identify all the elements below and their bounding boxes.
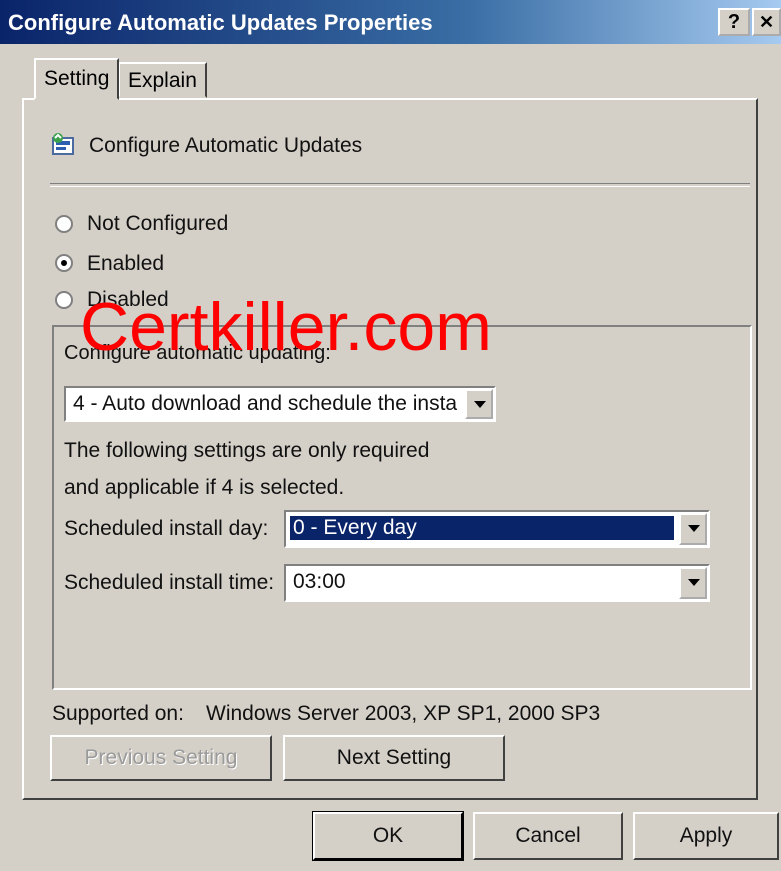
update-mode-value: 4 - Auto download and schedule the insta [73,392,458,415]
policy-icon [52,133,74,155]
previous-setting-button[interactable]: Previous Setting [50,735,272,781]
ok-button[interactable]: OK [312,811,464,861]
radio-disabled[interactable] [55,291,73,309]
radio-enabled[interactable] [55,254,73,272]
tab-explain[interactable]: Explain [118,62,207,98]
supported-value: Windows Server 2003, XP SP1, 2000 SP3 [206,702,601,725]
chevron-down-icon[interactable] [679,567,707,599]
radio-not-configured[interactable] [55,215,73,233]
options-group [52,325,752,690]
apply-button[interactable]: Apply [633,812,779,860]
note-line-1: The following settings are only required [64,439,430,462]
install-day-value: 0 - Every day [290,516,674,540]
next-setting-button[interactable]: Next Setting [283,735,505,781]
install-day-label: Scheduled install day: [64,517,269,540]
policy-name: Configure Automatic Updates [89,134,363,157]
update-mode-select[interactable]: 4 - Auto download and schedule the insta [64,386,496,422]
install-time-label: Scheduled install time: [64,571,275,594]
radio-not-configured-label[interactable]: Not Configured [87,212,228,236]
watermark: Certkiller.com [80,289,492,365]
title-bar[interactable]: Configure Automatic Updates Properties ?… [0,0,781,44]
chevron-down-icon[interactable] [679,513,707,545]
install-time-select[interactable]: 03:00 [284,564,710,602]
supported-label: Supported on: [52,702,184,725]
radio-enabled-dot [61,260,67,266]
chevron-down-icon[interactable] [465,389,493,419]
tab-setting[interactable]: Setting [34,58,120,100]
install-time-value: 03:00 [293,570,346,593]
note-line-2: and applicable if 4 is selected. [64,476,345,499]
window-title: Configure Automatic Updates Properties [8,10,433,35]
properties-dialog: Configure Automatic Updates Properties ?… [0,0,781,871]
separator [50,183,750,187]
install-day-select[interactable]: 0 - Every day [284,510,710,548]
cancel-button[interactable]: Cancel [473,812,623,860]
close-icon: ✕ [758,12,775,32]
close-button[interactable]: ✕ [752,8,781,36]
help-button[interactable]: ? [718,8,750,36]
radio-enabled-label[interactable]: Enabled [87,252,164,276]
